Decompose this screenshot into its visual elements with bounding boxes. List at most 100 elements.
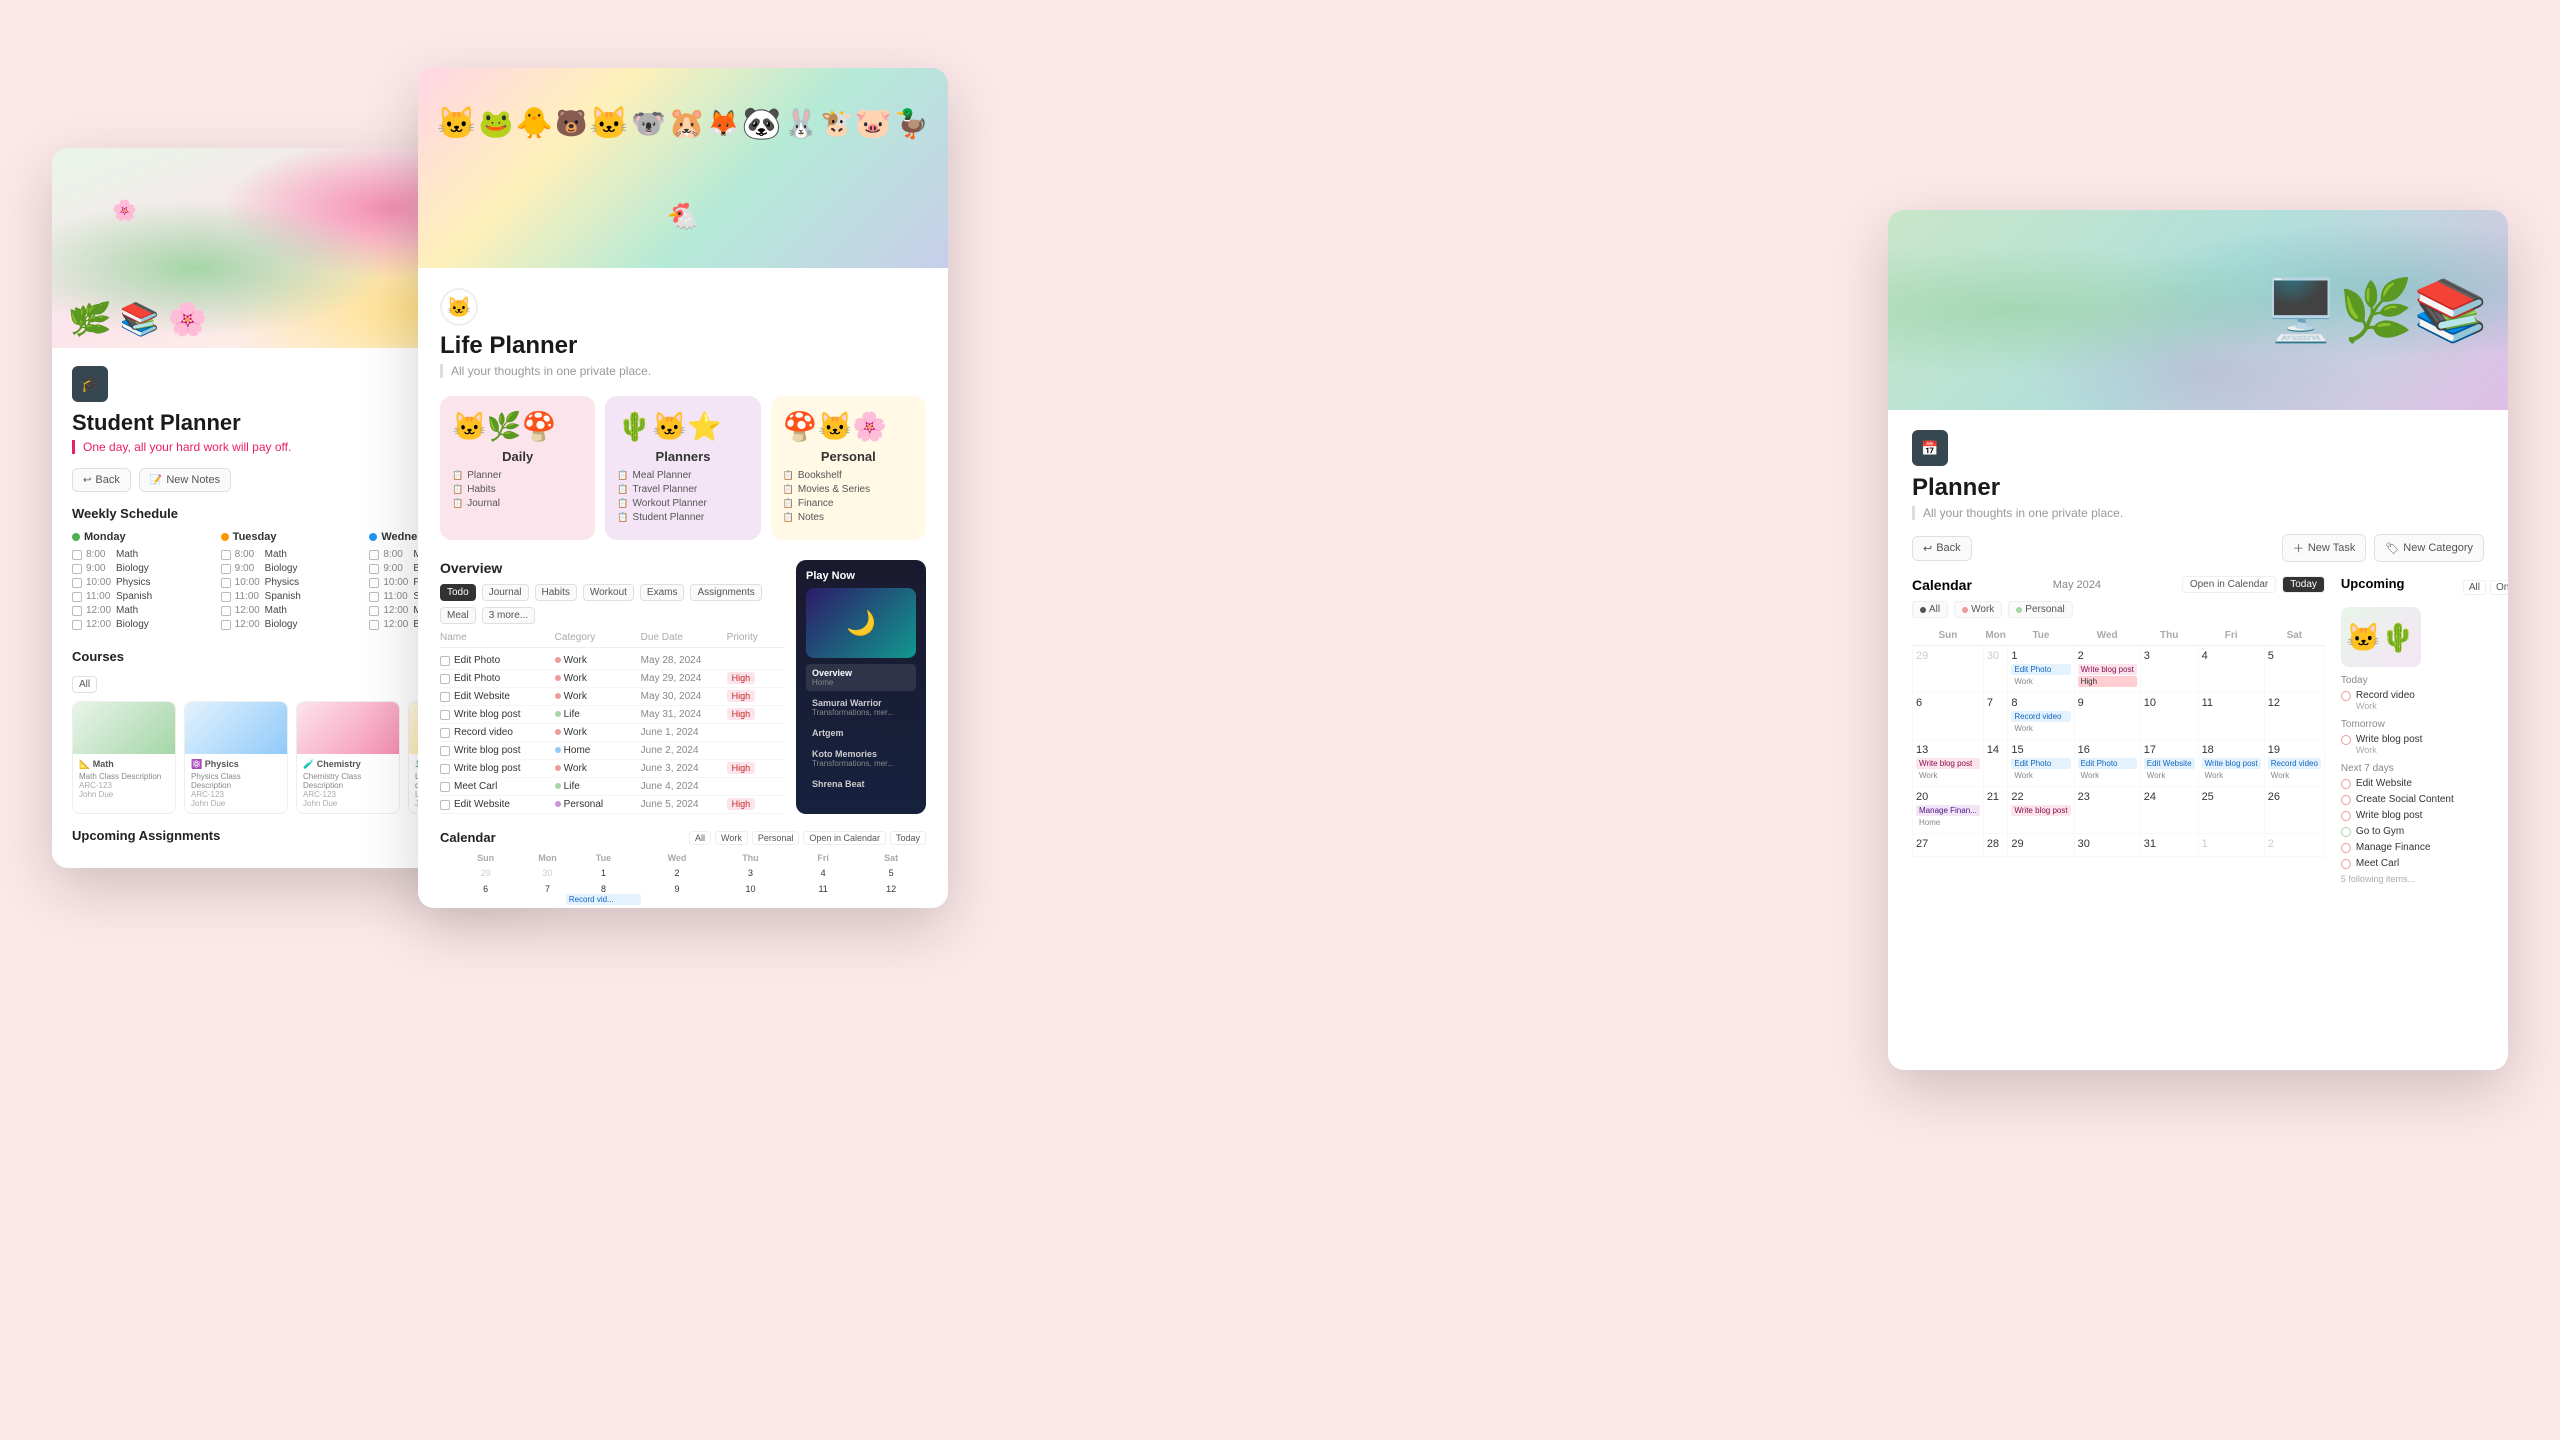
- upcoming-panel: Upcoming All One 🐱🌵 Today Record video W…: [2341, 576, 2508, 884]
- moon-art: 🌙: [806, 588, 916, 658]
- upcoming-one-btn[interactable]: One: [2490, 580, 2508, 595]
- back-icon: ↩: [1923, 542, 1932, 555]
- link-bookshelf[interactable]: Bookshelf: [783, 470, 914, 481]
- overview-header: Overview: [440, 560, 784, 576]
- open-in-cal-btn[interactable]: Open in Calendar: [2182, 576, 2276, 593]
- filter-assignments[interactable]: Assignments: [690, 584, 761, 601]
- hub-planners-card[interactable]: 🌵🐱⭐ Planners Meal Planner Travel Planner…: [605, 396, 760, 540]
- play-item-overview[interactable]: Overview Home: [806, 664, 916, 691]
- upcoming-next7-item: Edit Website: [2341, 778, 2508, 789]
- schedule-item: 9:00Biology: [72, 563, 215, 574]
- play-item-koto[interactable]: Koto Memories Transformations, mer...: [806, 745, 916, 772]
- today-cal-btn[interactable]: Today: [2282, 576, 2325, 593]
- tomorrow-section-label: Tomorrow: [2341, 719, 2508, 730]
- desk-emoji: 🖥️🌿📚: [2264, 275, 2488, 346]
- link-habits[interactable]: Habits: [452, 484, 583, 495]
- plus-icon: ＋: [2293, 540, 2304, 556]
- day-monday: Monday 8:00Math 9:00Biology 10:00Physics…: [72, 531, 215, 633]
- hub-personal-card[interactable]: 🍄🐱🌸 Personal Bookshelf Movies & Series F…: [771, 396, 926, 540]
- cal-title-life: Calendar: [440, 830, 496, 845]
- tuesday-dot: [221, 533, 229, 541]
- planner-banner: 🖥️🌿📚: [1888, 210, 2508, 410]
- hub-daily-card[interactable]: 🐱🌿🍄 Daily Planner Habits Journal: [440, 396, 595, 540]
- student-back-button[interactable]: ↩ Back: [72, 468, 131, 492]
- daily-label: Daily: [452, 449, 583, 464]
- upcoming-circle: [2341, 859, 2351, 869]
- student-notes-button[interactable]: 📝 New Notes: [139, 468, 231, 492]
- personal-links: Bookshelf Movies & Series Finance Notes: [783, 470, 914, 523]
- today-section-label: Today: [2341, 675, 2508, 686]
- today-btn[interactable]: Today: [890, 831, 926, 845]
- planner-tagline: All your thoughts in one private place.: [1912, 506, 2484, 520]
- life-planner-card: 🐱 🐸 🐥 🐻 🐱 🐨 🐹 🦊 🐼 🐰 🐮 🐷 🦆 🐔 🐱 Life Plann…: [418, 68, 948, 908]
- wednesday-dot: [369, 533, 377, 541]
- following-items-label: 5 following items...: [2341, 874, 2508, 884]
- link-movies-series[interactable]: Movies & Series: [783, 484, 914, 495]
- student-page-icon: 🎓: [72, 366, 108, 402]
- link-student-planner[interactable]: Student Planner: [617, 512, 748, 523]
- schedule-item: 10:00Physics: [72, 577, 215, 588]
- planner-back-btn[interactable]: ↩ Back: [1912, 536, 1972, 561]
- planner-month: May 2024: [2053, 579, 2101, 591]
- upcoming-all-btn[interactable]: All: [2463, 580, 2486, 595]
- courses-filter-all[interactable]: All: [72, 676, 97, 693]
- upcoming-next7-item: Create Social Content: [2341, 794, 2508, 805]
- mini-calendar-grid: SunMonTueWedThuFriSat 29301 2345 678Reco…: [440, 851, 926, 908]
- planners-label: Planners: [617, 449, 748, 464]
- filter-habits[interactable]: Habits: [535, 584, 577, 601]
- schedule-item: 12:00Biology: [72, 619, 215, 630]
- filter-more[interactable]: 3 more...: [482, 607, 535, 624]
- course-thumb-math: [73, 702, 175, 754]
- cal-filter-work[interactable]: Work: [715, 831, 748, 845]
- hub-grid: 🐱🌿🍄 Daily Planner Habits Journal 🌵🐱⭐ Pla…: [440, 396, 926, 540]
- blob-art: 🐱 🐸 🐥 🐻 🐱 🐨 🐹 🦊 🐼 🐰 🐮 🐷 🦆 🐔: [418, 68, 948, 268]
- table-row: Edit Photo Work May 28, 2024: [440, 652, 784, 670]
- life-tagline: All your thoughts in one private place.: [440, 364, 926, 378]
- table-row: Record video Work June 1, 2024: [440, 724, 784, 742]
- filter-all-pcf[interactable]: All: [1912, 601, 1948, 618]
- course-subject: ⚛️ Physics: [191, 759, 281, 770]
- table-row: Write blog post Home June 2, 2024: [440, 742, 784, 760]
- upcoming-next7-item: Write blog post: [2341, 810, 2508, 821]
- col-priority: Priority: [727, 632, 784, 643]
- day-tuesday: Tuesday 8:00Math 9:00Biology 10:00Physic…: [221, 531, 364, 633]
- cal-filter-all[interactable]: All: [689, 831, 711, 845]
- planner-card: 🖥️🌿📚 📅 Planner All your thoughts in one …: [1888, 210, 2508, 1070]
- new-category-btn[interactable]: 🏷 New Category: [2374, 534, 2484, 562]
- play-item-shrena[interactable]: Shrena Beat: [806, 775, 916, 793]
- upcoming-circle: [2341, 735, 2351, 745]
- mini-calendar-section: Calendar All Work Personal Open in Calen…: [440, 830, 926, 908]
- link-travel-planner[interactable]: Travel Planner: [617, 484, 748, 495]
- table-row: Meet Carl Life June 4, 2024: [440, 778, 784, 796]
- overview-table: Overview Todo Journal Habits Workout Exa…: [440, 560, 784, 814]
- table-row: Write blog post Work June 3, 2024 High: [440, 760, 784, 778]
- link-meal-planner[interactable]: Meal Planner: [617, 470, 748, 481]
- upcoming-next7-item: Go to Gym: [2341, 826, 2508, 837]
- filter-meal[interactable]: Meal: [440, 607, 476, 624]
- new-task-btn[interactable]: ＋ New Task: [2282, 534, 2366, 562]
- link-workout-planner[interactable]: Workout Planner: [617, 498, 748, 509]
- filter-exams[interactable]: Exams: [640, 584, 685, 601]
- schedule-item: 12:00Biology: [221, 619, 364, 630]
- link-planner[interactable]: Planner: [452, 470, 583, 481]
- monday-dot: [72, 533, 80, 541]
- course-thumb-physics: [185, 702, 287, 754]
- link-notes[interactable]: Notes: [783, 512, 914, 523]
- schedule-item: 10:00Physics: [221, 577, 364, 588]
- course-card-physics: ⚛️ Physics Physics Class Description ARC…: [184, 701, 288, 814]
- filter-work-pcf[interactable]: Work: [1954, 601, 2002, 618]
- filter-workout[interactable]: Workout: [583, 584, 634, 601]
- play-now-panel: Play Now 🌙 Overview Home Samurai Warrior…: [796, 560, 926, 814]
- filter-personal-pcf[interactable]: Personal: [2008, 601, 2072, 618]
- upcoming-tomorrow-item: Write blog post Work: [2341, 734, 2508, 755]
- life-title: Life Planner: [440, 332, 926, 360]
- play-item-artgem[interactable]: Artgem: [806, 724, 916, 742]
- open-calendar-btn[interactable]: Open in Calendar: [803, 831, 886, 845]
- play-item-samurai[interactable]: Samurai Warrior Transformations, mer...: [806, 694, 916, 721]
- filter-journal[interactable]: Journal: [482, 584, 529, 601]
- filter-todo[interactable]: Todo: [440, 584, 476, 601]
- link-journal[interactable]: Journal: [452, 498, 583, 509]
- cal-filter-personal[interactable]: Personal: [752, 831, 800, 845]
- course-subject: 📐 Math: [79, 759, 169, 770]
- link-finance[interactable]: Finance: [783, 498, 914, 509]
